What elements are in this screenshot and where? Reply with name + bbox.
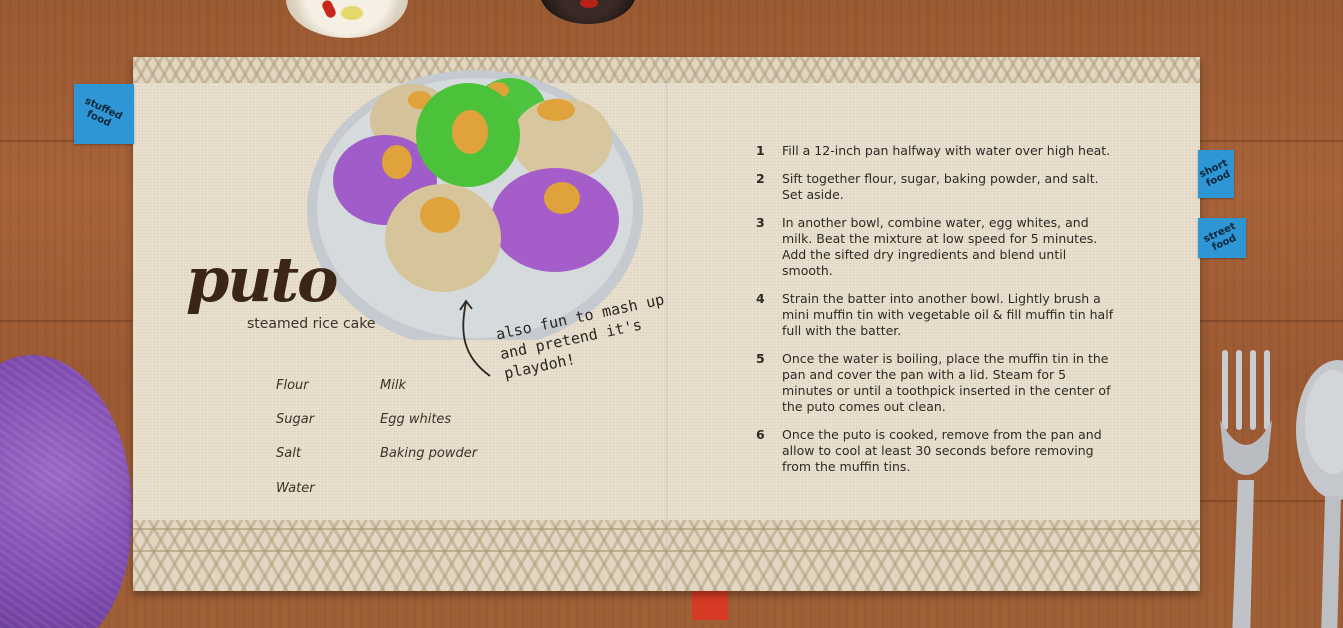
ingredient-item: Baking powder [380,446,478,461]
tab-label: street food [1201,220,1239,254]
spoon-icon [1296,360,1343,628]
step-item: 5 Once the water is boiling, place the m… [756,351,1116,415]
step-item: 3 In another bowl, combine water, egg wh… [756,215,1116,279]
step-item: 6 Once the puto is cooked, remove from t… [756,427,1116,475]
yarn-ball [0,355,132,628]
ingredient-item: Milk [380,378,406,393]
tab-label: short food [1197,157,1233,190]
step-text: Once the water is boiling, place the muf… [782,351,1111,414]
condiment-bowl [286,0,408,38]
step-number: 1 [756,143,765,158]
step-item: 4 Strain the batter into another bowl. L… [756,291,1116,339]
recipe-subtitle: steamed rice cake [247,316,376,332]
ingredient-item: Water [276,481,315,496]
chili-bit [580,0,598,8]
dark-bowl [540,0,636,24]
step-text: Once the puto is cooked, remove from the… [782,427,1102,474]
fork-icon [1220,350,1272,628]
ingredient-item: Egg whites [380,412,452,427]
tab-street-food[interactable]: street food [1198,218,1246,258]
ingredient-item: Sugar [276,412,315,427]
calamansi [341,6,363,20]
step-item: 1 Fill a 12-inch pan halfway with water … [756,143,1116,159]
arrow-icon [459,299,491,377]
step-item: 2 Sift together flour, sugar, baking pow… [756,171,1116,203]
step-number: 4 [756,291,765,306]
bookmark-ribbon[interactable] [692,590,728,620]
step-text: Sift together flour, sugar, baking powde… [782,171,1099,202]
chili-pepper [320,0,338,20]
step-text: In another bowl, combine water, egg whit… [782,215,1098,278]
step-number: 3 [756,215,765,230]
step-text: Fill a 12-inch pan halfway with water ov… [782,143,1111,158]
ingredient-item: Flour [276,378,309,393]
step-text: Strain the batter into another bowl. Lig… [782,291,1114,338]
tab-stuffed-food[interactable]: stuffed food [74,84,134,144]
step-number: 6 [756,427,765,442]
recipe-steps: 1 Fill a 12-inch pan halfway with water … [756,143,1116,475]
ingredient-item: Salt [276,446,301,461]
tab-short-food[interactable]: short food [1198,150,1234,198]
step-number: 5 [756,351,765,366]
step-number: 2 [756,171,765,186]
recipe-title: puto [186,243,338,316]
tab-label: stuffed food [82,95,124,130]
